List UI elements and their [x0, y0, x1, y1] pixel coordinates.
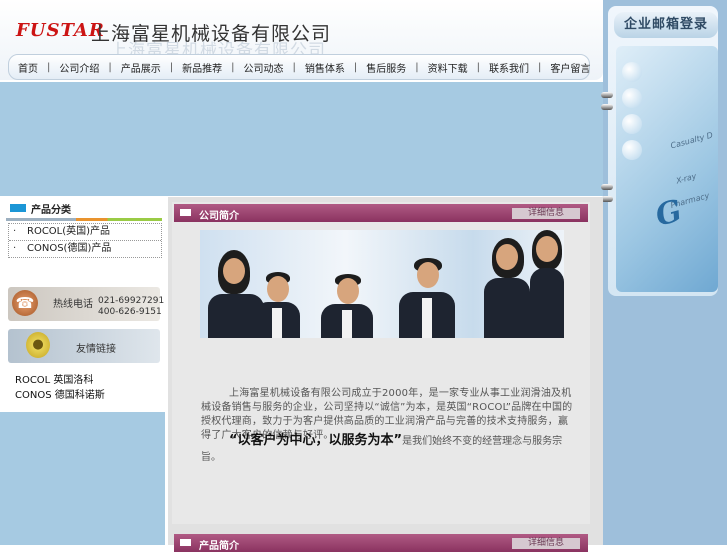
head-shape: [223, 258, 245, 284]
category-divider: [6, 218, 162, 221]
nav-item-products[interactable]: 产品展示: [112, 60, 170, 75]
category-label[interactable]: CONOS(德国)产品: [27, 243, 111, 254]
person-figure: [318, 230, 376, 338]
body-shape: [484, 278, 530, 338]
products-section-header: 产品简介 详细信息: [174, 534, 588, 552]
decor-circle: [622, 62, 642, 82]
nav-item-service[interactable]: 售后服务: [357, 60, 415, 75]
person-figure: [526, 230, 564, 338]
head-shape: [496, 244, 518, 270]
about-more-button[interactable]: 详细信息: [512, 208, 580, 219]
bullet: ·: [13, 226, 17, 237]
sidebar-footer: [0, 412, 165, 545]
friend-link-rocol[interactable]: ROCOL 英国洛科: [15, 371, 93, 386]
phone-icon: ☎: [12, 290, 38, 316]
nav-item-news[interactable]: 公司动态: [235, 60, 293, 75]
head-shape: [536, 236, 558, 262]
decor-circle: [622, 88, 642, 108]
banner: [0, 82, 603, 196]
team-photo: [200, 230, 564, 338]
main-nav: 首页 | 公司介绍 | 产品展示 | 新品推荐 | 公司动态 | 销售体系 | …: [8, 54, 590, 80]
binder-ring: [601, 92, 613, 98]
hotline-label: 热线电话: [53, 299, 93, 310]
body-shape: [530, 268, 564, 338]
company-motto-paragraph: “以客户为中心，以服务为本”是我们始终不变的经营理念与服务宗旨。: [201, 433, 573, 466]
shirt-shape: [422, 298, 432, 338]
shirt-shape: [272, 308, 282, 338]
binder-ring: [601, 104, 613, 110]
category-title: 产品分类: [31, 205, 71, 216]
category-marker: [10, 204, 26, 212]
nav-item-downloads[interactable]: 资料下载: [419, 60, 477, 75]
company-motto: “以客户为中心，以服务为本”: [229, 433, 403, 448]
mail-login-title[interactable]: 企业邮箱登录: [614, 12, 718, 38]
hotline-number: 400-626-9151: [98, 307, 162, 317]
binder-ring: [601, 184, 613, 190]
decor-circle: [622, 114, 642, 134]
nav-item-about[interactable]: 公司介绍: [50, 60, 108, 75]
decor-text: Casualty D: [669, 130, 714, 151]
category-label[interactable]: ROCOL(英国)产品: [27, 226, 110, 237]
bullet: ·: [13, 243, 17, 254]
nav-item-new-products[interactable]: 新品推荐: [173, 60, 231, 75]
category-item[interactable]: · ROCOL(英国)产品: [9, 224, 161, 241]
head-shape: [337, 278, 359, 304]
mail-login-image[interactable]: Casualty D X-ray Pharmacy G: [616, 46, 718, 292]
person-figure: [396, 230, 458, 338]
nav-item-contact[interactable]: 联系我们: [480, 60, 538, 75]
nav-item-feedback[interactable]: 客户留言: [541, 60, 599, 75]
category-item[interactable]: · CONOS(德国)产品: [9, 241, 161, 257]
about-section-title: 公司简介: [199, 211, 239, 222]
head-shape: [417, 262, 439, 288]
nav-item-home[interactable]: 首页: [9, 60, 47, 75]
category-list: · ROCOL(英国)产品 · CONOS(德国)产品: [8, 223, 162, 258]
company-name: 上海富星机械设备有限公司: [91, 23, 332, 45]
hotline-number: 021-69927291: [98, 296, 165, 306]
section-marker: [180, 209, 191, 216]
friend-link-conos[interactable]: CONOS 德国科诺斯: [15, 386, 105, 401]
head-shape: [267, 276, 289, 302]
globe-icon: ●: [26, 332, 50, 358]
person-figure: [252, 230, 302, 338]
nav-item-sales[interactable]: 销售体系: [296, 60, 354, 75]
friend-links-label: 友情链接: [76, 344, 116, 355]
about-section-header: 公司简介 详细信息: [174, 204, 588, 222]
person-figure: [482, 230, 532, 338]
decor-text: X-ray: [675, 171, 698, 186]
decor-circle: [622, 140, 642, 160]
shirt-shape: [342, 310, 352, 338]
products-more-button[interactable]: 详细信息: [512, 538, 580, 549]
